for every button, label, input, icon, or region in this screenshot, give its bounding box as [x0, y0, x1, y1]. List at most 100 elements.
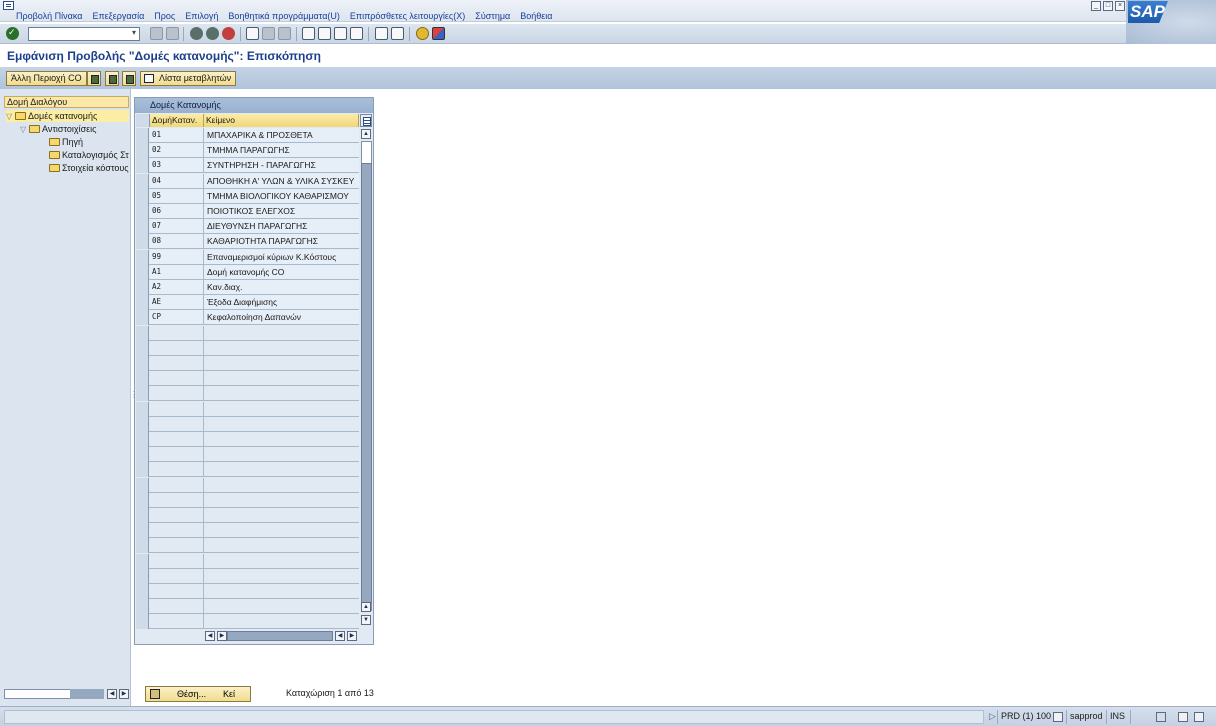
table-row[interactable]: [136, 371, 359, 387]
lock-icon[interactable]: [1178, 712, 1188, 722]
first-page-icon[interactable]: [302, 27, 315, 40]
table-row[interactable]: [136, 477, 359, 493]
table-row[interactable]: 01 ΜΠΑΧΑΡΙΚΑ & ΠΡΟΣΘΕΤΑ: [136, 128, 359, 143]
select-all-icon[interactable]: [87, 71, 101, 86]
table-row[interactable]: CP Κεφαλοποίηση Δαπανών: [136, 310, 359, 326]
table-row[interactable]: [136, 599, 359, 615]
row-selector[interactable]: [136, 173, 149, 189]
position-button[interactable]: Θέση... Κεί: [145, 686, 251, 702]
last-page-icon[interactable]: [350, 27, 363, 40]
row-selector[interactable]: [136, 416, 149, 432]
table-row[interactable]: [136, 584, 359, 599]
menu-extras[interactable]: Επιπρόσθετες λειτουργίες(X): [350, 11, 465, 21]
customize-layout-icon[interactable]: [432, 27, 445, 40]
back-icon[interactable]: [190, 27, 203, 40]
column-header-text[interactable]: Κείμενο: [204, 114, 359, 127]
table-row[interactable]: 03 ΣΥΝΤΗΡΗΣΗ - ΠΑΡΑΓΩΓΗΣ: [136, 158, 359, 174]
table-row[interactable]: [136, 538, 359, 554]
command-field[interactable]: [28, 27, 140, 41]
table-vertical-scrollbar[interactable]: ▲ ▼ ▲ ▼: [361, 129, 373, 629]
row-selector[interactable]: [136, 264, 149, 280]
row-selector[interactable]: [136, 584, 149, 599]
table-horizontal-scrollbar[interactable]: ◀ ▶ ◀ ▶: [203, 630, 361, 642]
row-selector[interactable]: [136, 432, 149, 447]
scroll-thumb[interactable]: [227, 631, 333, 641]
row-selector[interactable]: [136, 234, 149, 250]
menu-system[interactable]: Σύστημα: [475, 11, 510, 21]
exit-icon[interactable]: [206, 27, 219, 40]
row-selector[interactable]: [136, 188, 149, 204]
row-selector[interactable]: [136, 538, 149, 554]
row-selector[interactable]: [136, 356, 149, 371]
help-icon[interactable]: [416, 27, 429, 40]
collapse-icon[interactable]: ▽: [6, 111, 15, 123]
print-icon[interactable]: [246, 27, 259, 40]
row-selector[interactable]: [136, 386, 149, 402]
row-selector[interactable]: [136, 371, 149, 387]
table-row[interactable]: A1 Δομή κατανομής CO: [136, 264, 359, 280]
table-row[interactable]: 06 ΠΟΙΟΤΙΚΟΣ ΕΛΕΓΧΟΣ: [136, 204, 359, 219]
table-row[interactable]: [136, 340, 359, 356]
menu-utilities[interactable]: Βοηθητικά προγράμματα(U): [228, 11, 340, 21]
other-co-area-button[interactable]: Άλλη Περιοχή CO: [6, 71, 87, 86]
scroll-left-icon[interactable]: ◀: [335, 631, 345, 641]
table-row[interactable]: [136, 432, 359, 447]
cancel-icon[interactable]: [222, 27, 235, 40]
system-info-dropdown-icon[interactable]: [1053, 712, 1063, 722]
table-row[interactable]: 05 ΤΜΗΜΑ ΒΙΟΛΟΓΙΚΟΥ ΚΑΘΑΡΙΣΜΟΥ: [136, 188, 359, 204]
check-icon[interactable]: [6, 27, 19, 40]
table-row[interactable]: [136, 614, 359, 630]
table-row[interactable]: [136, 386, 359, 402]
table-row[interactable]: [136, 492, 359, 508]
system-menu-icon[interactable]: [3, 1, 14, 10]
row-selector[interactable]: [136, 599, 149, 615]
table-row[interactable]: 02 ΤΜΗΜΑ ΠΑΡΑΓΩΓΗΣ: [136, 143, 359, 159]
table-row[interactable]: 04 ΑΠΟΘΗΚΗ Α' ΥΛΩΝ & ΥΛΙΚΑ ΣΥΣΚΕΥ: [136, 173, 359, 189]
create-session-icon[interactable]: [375, 27, 388, 40]
row-selector[interactable]: [136, 310, 149, 326]
table-row[interactable]: [136, 462, 359, 478]
row-selector[interactable]: [136, 280, 149, 295]
scroll-down-icon[interactable]: ▼: [361, 615, 371, 625]
table-row[interactable]: [136, 568, 359, 584]
select-block-icon[interactable]: [105, 71, 119, 86]
tree-node-source[interactable]: Πηγή: [49, 136, 83, 148]
menu-edit[interactable]: Επεξεργασία: [92, 11, 144, 21]
table-row[interactable]: [136, 447, 359, 463]
scroll-left-icon[interactable]: ◀: [107, 689, 117, 699]
row-selector[interactable]: [136, 340, 149, 356]
scroll-up-icon[interactable]: ▲: [361, 129, 371, 139]
row-selector[interactable]: [136, 158, 149, 174]
row-selector[interactable]: [136, 325, 149, 341]
page-up-icon[interactable]: ▲: [361, 602, 371, 612]
row-selector[interactable]: [136, 128, 149, 143]
table-row[interactable]: [136, 508, 359, 523]
row-selector[interactable]: [136, 143, 149, 159]
row-selector[interactable]: [136, 492, 149, 508]
previous-page-icon[interactable]: [318, 27, 331, 40]
scroll-right-icon[interactable]: ▶: [347, 631, 357, 641]
status-message-area[interactable]: [4, 710, 984, 724]
scroll-thumb[interactable]: [70, 689, 104, 699]
menu-help[interactable]: Βοήθεια: [520, 11, 552, 21]
collapse-icon[interactable]: ▽: [20, 124, 29, 136]
row-selector[interactable]: [136, 614, 149, 630]
shortcut-icon[interactable]: [391, 27, 404, 40]
monitor-icon[interactable]: [1194, 712, 1204, 722]
scroll-left-icon[interactable]: ◀: [205, 631, 215, 641]
table-row[interactable]: [136, 416, 359, 432]
insert-mode[interactable]: INS: [1106, 710, 1128, 724]
table-row[interactable]: AE Έξοδα Διαφήμισης: [136, 295, 359, 311]
close-icon[interactable]: ×: [1115, 1, 1125, 11]
deselect-all-icon[interactable]: [122, 71, 136, 86]
menu-selection[interactable]: Επιλογή: [185, 11, 218, 21]
tree-horizontal-scrollbar[interactable]: ◀ ▶: [4, 688, 129, 700]
table-row[interactable]: A2 Καν.διαχ.: [136, 280, 359, 295]
table-row[interactable]: 99 Επαναμερισμοί κύριων Κ.Κόστους: [136, 249, 359, 265]
table-row[interactable]: [136, 401, 359, 417]
row-selector[interactable]: [136, 553, 149, 569]
row-selector[interactable]: [136, 295, 149, 311]
table-row[interactable]: [136, 553, 359, 569]
row-selector[interactable]: [136, 523, 149, 539]
row-selector[interactable]: [136, 477, 149, 493]
